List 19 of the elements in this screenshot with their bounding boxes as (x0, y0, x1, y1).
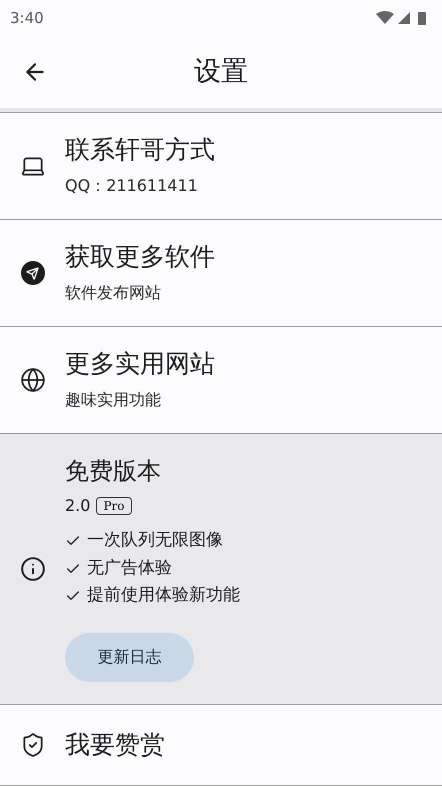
item-subtitle: 趣味实用功能 (65, 388, 162, 411)
item-title: 联系轩哥方式 (65, 134, 215, 166)
item-subtitle: 软件发布网站 (65, 282, 162, 304)
status-time: 3:40 (10, 8, 44, 29)
info-icon (20, 556, 46, 582)
feature-text: 一次队列无限图像 (87, 529, 223, 552)
paper-plane-icon (20, 261, 44, 285)
item-title: 获取更多软件 (65, 241, 215, 273)
page-title: 设置 (194, 54, 248, 89)
feature-text: 无广告体验 (87, 556, 172, 580)
version-number: 2.0 (65, 495, 90, 518)
changelog-button[interactable]: 更新日志 (65, 632, 194, 682)
item-title: 我要赞赏 (65, 729, 165, 761)
item-subtitle: QQ：211611411 (65, 174, 199, 197)
panel-title: 免费版本 (65, 456, 162, 486)
feature-text: 提前使用体验新功能 (87, 584, 240, 608)
globe-icon (20, 367, 46, 393)
item-title: 更多实用网站 (65, 348, 215, 380)
pro-badge: Pro (96, 497, 132, 516)
